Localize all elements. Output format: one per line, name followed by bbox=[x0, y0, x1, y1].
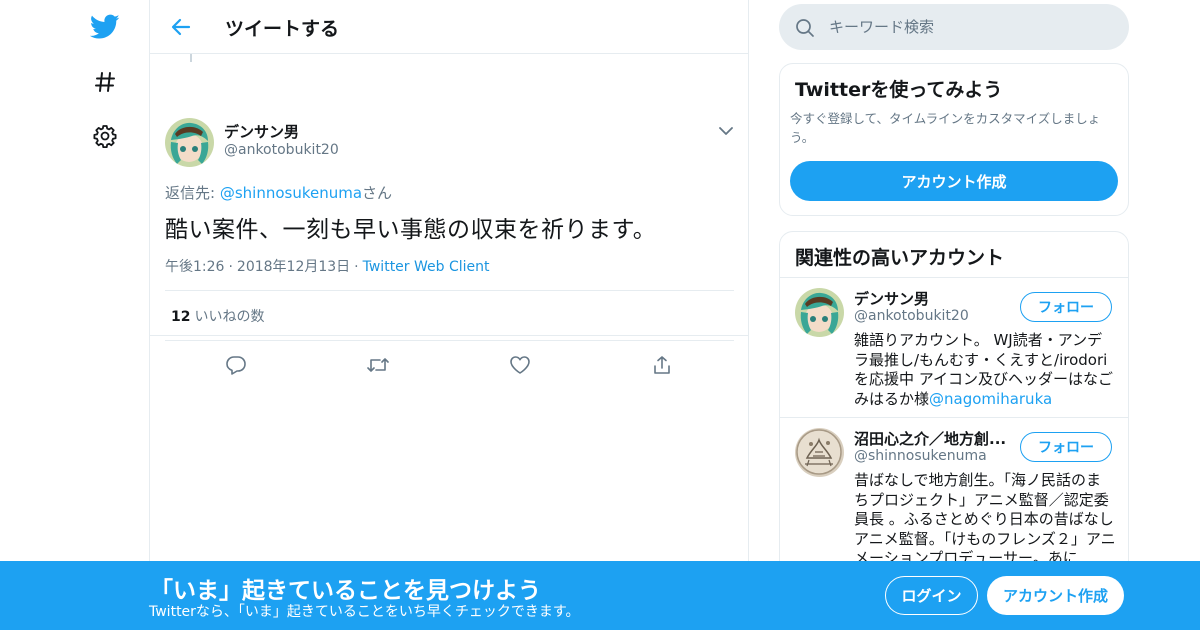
follow-button[interactable]: フォロー bbox=[1020, 292, 1112, 322]
banner-headline: 「いま」起きていることを見つけよう bbox=[150, 578, 541, 604]
reply-suffix: さん bbox=[362, 184, 393, 202]
chevron-down-icon[interactable] bbox=[716, 122, 736, 140]
tweet-text: 酷い案件、一刻も早い事態の収束を祈ります。 bbox=[165, 217, 657, 243]
account-name[interactable]: デンサン男 bbox=[854, 288, 1014, 309]
avatar[interactable] bbox=[795, 288, 844, 337]
divider bbox=[165, 290, 734, 291]
separator-dot: · bbox=[228, 259, 233, 275]
tweet-date[interactable]: 2018年12月13日 bbox=[237, 259, 350, 275]
reply-handle-link[interactable]: @shinnosukenuma bbox=[220, 184, 362, 202]
signup-card: Twitterを使ってみよう 今すぐ登録して、タイムラインをカスタマイズしましょ… bbox=[779, 63, 1129, 216]
like-icon[interactable] bbox=[506, 351, 534, 379]
tweet-metadata: 午後1:26 · 2018年12月13日 · Twitter Web Client bbox=[165, 256, 490, 276]
divider bbox=[165, 340, 734, 341]
reply-context: 返信先: @shinnosukenumaさん bbox=[165, 182, 392, 203]
signup-card-description: 今すぐ登録して、タイムラインをカスタマイズしましょう。 bbox=[790, 111, 1101, 145]
main-column: ツイートする デンサン男 @ankotobukit20 返信先: @shinno… bbox=[149, 0, 749, 630]
retweet-icon[interactable] bbox=[364, 351, 392, 379]
likes-count: 12 bbox=[171, 309, 191, 325]
account-handle[interactable]: @shinnosukenuma bbox=[854, 448, 987, 464]
thread-connector bbox=[190, 54, 192, 62]
separator-dot: · bbox=[354, 259, 359, 275]
arrow-left-icon bbox=[171, 18, 191, 36]
account-handle[interactable]: @ankotobukit20 bbox=[854, 308, 969, 324]
tweet-source-link[interactable]: Twitter Web Client bbox=[363, 259, 490, 275]
signup-banner: 「いま」起きていることを見つけよう Twitterなら、「いま」起きていることを… bbox=[0, 561, 1200, 630]
tweet-time[interactable]: 午後1:26 bbox=[165, 259, 224, 275]
left-nav bbox=[0, 0, 150, 630]
related-accounts-card: 関連性の高いアカウント デンサン男 @ankotobukit20 フォロー 雑語… bbox=[779, 231, 1129, 591]
follow-button[interactable]: フォロー bbox=[1020, 432, 1112, 462]
related-accounts-title: 関連性の高いアカウント bbox=[795, 247, 1005, 269]
share-icon[interactable] bbox=[648, 351, 676, 379]
avatar[interactable] bbox=[165, 118, 214, 167]
page-header: ツイートする bbox=[150, 0, 748, 54]
hashtag-icon[interactable] bbox=[88, 65, 122, 99]
reply-icon[interactable] bbox=[222, 351, 250, 379]
account-name[interactable]: 沼田心之介／地方創... bbox=[854, 428, 1014, 449]
signup-card-title: Twitterを使ってみよう bbox=[795, 79, 1003, 101]
login-button[interactable]: ログイン bbox=[885, 576, 978, 615]
search-input[interactable] bbox=[829, 14, 1109, 40]
avatar[interactable] bbox=[795, 428, 844, 477]
search-icon bbox=[796, 19, 814, 37]
create-account-button[interactable]: アカウント作成 bbox=[790, 161, 1118, 201]
likes-stat[interactable]: 12 いいねの数 bbox=[171, 306, 264, 326]
account-bio: 雑語りアカウント。 WJ読者・アンデラ最推し/もんむす・くえすと/irodori… bbox=[854, 331, 1116, 409]
banner-subtext: Twitterなら、「いま」起きていることをいち早くチェックできます。 bbox=[149, 604, 580, 620]
author-handle[interactable]: @ankotobukit20 bbox=[224, 142, 339, 158]
gear-icon[interactable] bbox=[88, 119, 122, 153]
back-button[interactable] bbox=[166, 12, 196, 42]
tweet-actions bbox=[150, 351, 748, 379]
signup-button[interactable]: アカウント作成 bbox=[987, 576, 1124, 615]
bio-mention-link[interactable]: @nagomiharuka bbox=[929, 390, 1052, 408]
search-box[interactable] bbox=[779, 4, 1129, 50]
page-title: ツイートする bbox=[225, 18, 340, 40]
likes-label: いいねの数 bbox=[194, 309, 265, 325]
reply-prefix: 返信先: bbox=[165, 184, 220, 202]
divider bbox=[150, 335, 748, 336]
account-bio: 昔ばなしで地方創生。「海ノ民話のまちプロジェクト」アニメ監督／認定委員長 。ふる… bbox=[854, 471, 1116, 567]
author-name[interactable]: デンサン男 bbox=[224, 121, 299, 142]
twitter-bird-icon[interactable] bbox=[88, 10, 122, 44]
